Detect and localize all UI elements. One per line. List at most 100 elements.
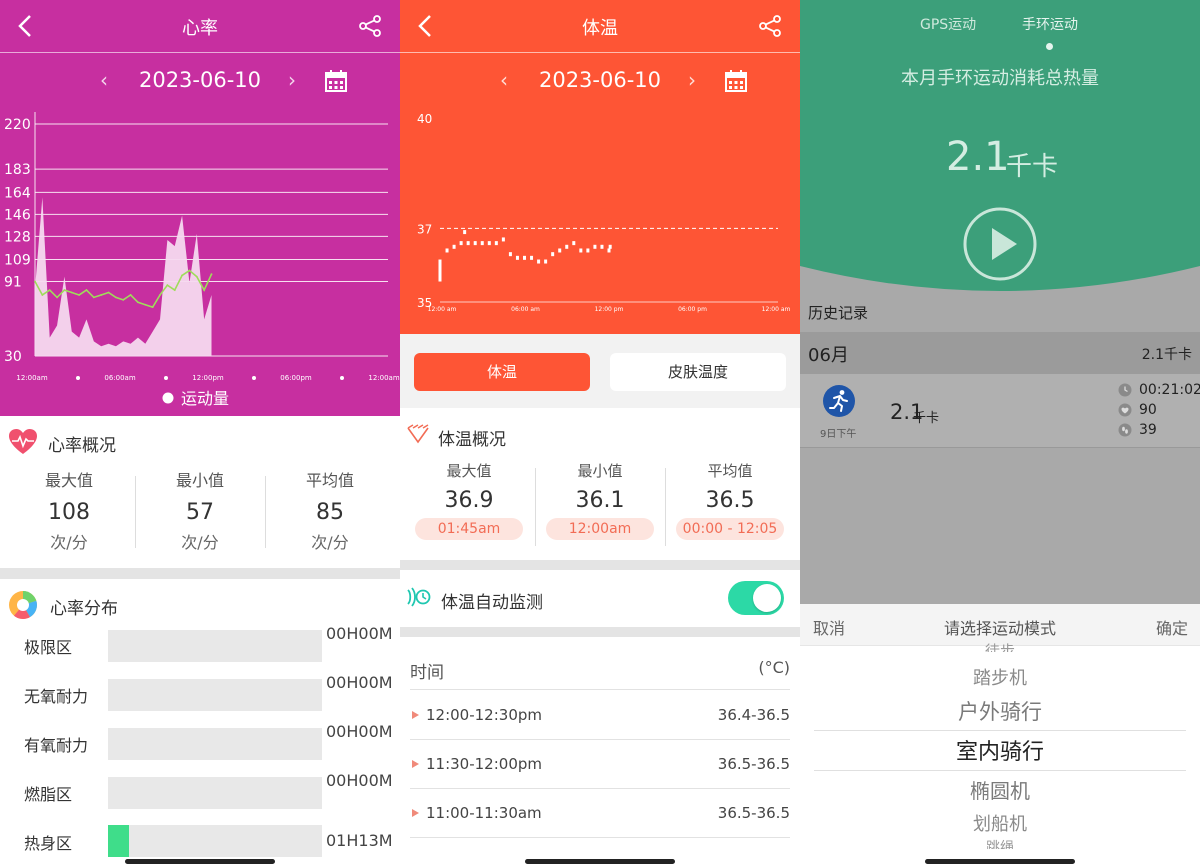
picker-option[interactable]: 划船机 xyxy=(800,810,1200,836)
next-day-button[interactable]: › xyxy=(688,68,696,92)
zone-value: 00H00M xyxy=(326,673,393,692)
max-label: 最大值 xyxy=(446,462,492,480)
clock-icon xyxy=(1118,383,1132,397)
avg-time-badge: 00:00 - 12:05 xyxy=(676,518,784,540)
x-tick-label: 12:00 am xyxy=(762,306,791,313)
temperature-mark xyxy=(459,241,463,246)
row-time: 11:30-12:00pm xyxy=(426,755,543,773)
x-tick-label: 06:00 am xyxy=(511,306,540,313)
avg-value: 36.5 xyxy=(705,488,755,513)
heart-rate-chart: 220 183 164 146 128 109 91 30 12:00am 06:00am 12:0… xyxy=(4,112,400,408)
temperature-mark xyxy=(494,241,498,246)
picker-title: 请选择运动模式 xyxy=(943,619,1056,638)
heart-rate-point xyxy=(129,294,132,296)
picker-option[interactable]: 跳绳 xyxy=(800,837,1200,849)
y-tick-label: 164 xyxy=(4,185,31,201)
home-indicator[interactable] xyxy=(125,859,275,864)
share-icon[interactable] xyxy=(358,14,382,38)
tab-skin-temperature[interactable]: 皮肤温度 xyxy=(610,353,786,391)
temperature-overview-title: 体温概况 xyxy=(438,430,506,450)
temperature-mark xyxy=(607,248,611,253)
temperature-mark xyxy=(600,244,604,249)
zone-label: 燃脂区 xyxy=(24,785,73,804)
heart-rate-point xyxy=(100,294,103,296)
avg-value: 85 xyxy=(316,500,344,525)
y-tick-label: 146 xyxy=(4,207,31,223)
tab-gps-sport[interactable]: GPS运动 xyxy=(920,14,976,34)
picker-option[interactable]: 户外骑行 xyxy=(800,696,1200,726)
expand-arrow-icon xyxy=(412,809,419,817)
y-tick-label: 128 xyxy=(4,229,31,245)
section-divider xyxy=(400,560,800,570)
heart-overview-title: 心率概况 xyxy=(48,436,116,456)
temperature-screen: 体温 ‹ 2023-06-10 › 40 37 35 12:00 am 06:00 am… xyxy=(400,0,800,868)
auto-monitor-icon xyxy=(407,587,431,607)
min-label: 最小值 xyxy=(577,462,623,480)
monthly-calories-subtitle: 本月手环运动消耗总热量 xyxy=(901,68,1099,89)
confirm-button[interactable]: 确定 xyxy=(1156,615,1188,639)
temperature-mark xyxy=(508,252,512,257)
temperature-header: 体温 ‹ 2023-06-10 › 40 37 35 12:00 am 06:00 am… xyxy=(400,0,800,334)
zone-value: 01H13M xyxy=(326,831,393,850)
header-divider xyxy=(400,52,800,53)
home-indicator[interactable] xyxy=(925,859,1075,864)
temperature-mark xyxy=(445,248,449,253)
heart-rate-point xyxy=(210,273,213,276)
min-value: 36.1 xyxy=(575,488,625,513)
next-day-button[interactable]: › xyxy=(288,68,296,92)
time-column-header: 时间 xyxy=(410,663,444,683)
temperature-mark xyxy=(572,241,576,246)
y-tick-label: 91 xyxy=(4,275,22,291)
record-unit: 千卡 xyxy=(913,411,940,426)
temperature-mark xyxy=(593,244,597,249)
x-tick-label: 12:00pm xyxy=(192,374,224,382)
temperature-mark xyxy=(501,237,505,242)
record-day: 9日下午 xyxy=(820,429,857,440)
heart-rate-point xyxy=(48,289,51,291)
row-value: 36.4-36.5 xyxy=(717,706,790,724)
active-tab-indicator xyxy=(1046,43,1053,50)
max-time-badge: 01:45am xyxy=(415,518,523,540)
heart-rate-point xyxy=(159,294,161,296)
temperature-mark xyxy=(466,241,470,246)
max-unit: 次/分 xyxy=(50,533,88,552)
sport-mode-picker: 取消 请选择运动模式 确定 徒步 踏步机 户外骑行 室内骑行 椭圆机 划船机 跳… xyxy=(800,604,1200,868)
home-indicator[interactable] xyxy=(525,859,675,864)
page-title: 体温 xyxy=(582,18,618,39)
picker-option[interactable]: 徒步 xyxy=(800,640,1200,652)
start-play-icon[interactable] xyxy=(962,206,1038,282)
picker-option-selected[interactable]: 室内骑行 xyxy=(800,734,1200,766)
tab-body-temperature[interactable]: 体温 xyxy=(414,353,590,391)
zone-bar xyxy=(108,728,322,760)
heart-rate-icon xyxy=(1118,403,1132,417)
x-tick-label: 06:00 pm xyxy=(678,306,707,313)
x-tick-dot xyxy=(252,376,256,380)
tab-band-sport[interactable]: 手环运动 xyxy=(1022,14,1078,34)
expand-arrow-icon xyxy=(412,711,419,719)
share-icon[interactable] xyxy=(758,14,782,38)
temperature-mark xyxy=(473,241,477,246)
auto-monitor-label: 体温自动监测 xyxy=(441,593,543,613)
picker-option[interactable]: 踏步机 xyxy=(800,664,1200,690)
temperature-mark xyxy=(452,244,456,249)
page-title: 心率 xyxy=(182,18,218,39)
max-value: 36.9 xyxy=(444,488,494,513)
x-tick-label: 12:00 am xyxy=(428,306,457,313)
heart-rate-point xyxy=(63,289,66,291)
record-row[interactable]: 9日下午 2.1 千卡 00:21:02 90 39 xyxy=(800,374,1200,448)
temperature-mark xyxy=(530,255,534,260)
calendar-icon[interactable] xyxy=(325,70,347,92)
temperature-mark xyxy=(586,248,590,253)
temperature-mark xyxy=(515,255,519,260)
month-total: 2.1千卡 xyxy=(1141,347,1192,363)
heart-distribution-title: 心率分布 xyxy=(50,599,118,619)
picker-selection-line xyxy=(814,770,1186,771)
calories-unit: 千卡 xyxy=(1006,152,1059,182)
calendar-icon[interactable] xyxy=(725,70,747,92)
temperature-mark xyxy=(480,241,484,246)
picker-option[interactable]: 椭圆机 xyxy=(800,775,1200,804)
y-tick-label: 183 xyxy=(4,162,31,178)
auto-monitor-toggle[interactable] xyxy=(728,581,784,615)
temperature-mark xyxy=(487,241,491,246)
heart-rate-point xyxy=(41,294,44,296)
